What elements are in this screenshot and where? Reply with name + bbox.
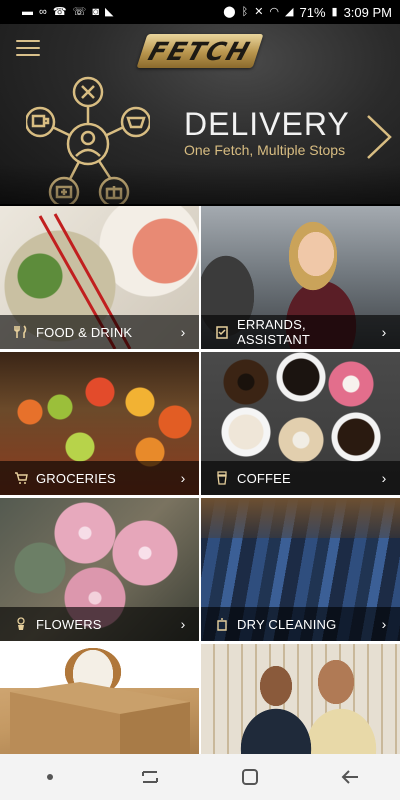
battery-percent: 71% [299,4,326,20]
tile-label: FLOWERS › [0,607,199,641]
system-nav-bar [0,754,400,800]
tile-label: DRY CLEANING › [201,607,400,641]
tile-label: FOOD & DRINK › [0,315,199,349]
status-right-icons: ⬤ ᛒ ✕ ◠ ◢ 71% ▮ 3:09 PM [223,5,392,20]
mute-icon: ✕ [254,5,264,18]
chevron-right-icon: › [381,616,387,632]
chevron-right-icon: › [381,324,387,340]
tile-groceries[interactable]: GROCERIES › [0,352,199,495]
fetch-logo: FETCH [136,34,264,68]
battery-icon: ▮ [331,5,338,18]
tile-title: FOOD & DRINK [36,324,133,340]
tile-dry-cleaning[interactable]: DRY CLEANING › [201,498,400,641]
shop-ceiling [201,498,400,538]
tile-title: COFFEE [237,470,291,486]
tile-flowers[interactable]: FLOWERS › [0,498,199,641]
delivery-banner[interactable]: FETCH DELIVERY One Fetch, Multiple Stops [0,24,400,204]
tile-title: DRY CLEANING [237,616,337,632]
hub-graphic [24,76,152,204]
banner-title: DELIVERY [184,106,350,142]
chevron-right-icon: › [180,470,186,486]
bluetooth-icon: ᛒ [241,5,249,18]
home-button[interactable] [230,762,270,792]
chevron-right-icon: › [381,470,387,486]
tile-title: FLOWERS [36,616,102,632]
tile-label: ERRANDS, ASSISTANT › [201,315,400,349]
category-grid: FOOD & DRINK › ERRANDS, ASSISTANT › GROC… [0,206,400,754]
flipboard-icon: ◣ [104,5,114,18]
fork-knife-icon [14,325,28,339]
tile-errands-assistant[interactable]: ERRANDS, ASSISTANT › [201,206,400,349]
tile-title: GROCERIES [36,470,116,486]
hamburger-line [16,54,40,56]
message-icon: ▬ [22,5,33,18]
tile-food-drink[interactable]: FOOD & DRINK › [0,206,199,349]
recents-button[interactable] [130,762,170,792]
wifi-call-icon: ☏ [72,5,87,18]
menu-button[interactable] [16,40,40,60]
coffee-cup-icon [215,471,229,485]
recents-icon [142,771,158,783]
tile-coffee[interactable]: COFFEE › [201,352,400,495]
instagram-icon: ◙ [92,5,99,18]
cart-icon [14,471,28,485]
garment-bag-icon [215,617,229,631]
tile-title: ERRANDS, ASSISTANT [237,317,311,347]
chevron-right-icon: › [180,616,186,632]
cardboard-box [10,682,190,754]
banner-subtitle: One Fetch, Multiple Stops [184,142,346,158]
location-icon: ⬤ [223,5,236,18]
nav-dot-button[interactable] [30,762,70,792]
tile-pet[interactable] [0,644,199,754]
clipboard-check-icon [215,325,229,339]
pharmacy-image [201,644,400,754]
delivery-hub-icon [24,74,152,204]
home-icon [242,769,258,785]
hamburger-line [16,47,40,49]
flower-pot-icon [14,617,28,631]
status-left-icons: ▬ ∞ ☎ ☏ ◙ ◣ [22,5,114,18]
back-button[interactable] [330,762,370,792]
missed-call-icon: ☎ [52,5,67,18]
voicemail-icon: ∞ [39,5,47,18]
back-arrow-icon [341,770,358,784]
clock: 3:09 PM [343,4,392,20]
tile-label: COFFEE › [201,461,400,495]
hamburger-line [16,40,40,42]
tile-pharmacy[interactable] [201,644,400,754]
tile-label: GROCERIES › [0,461,199,495]
logo-text: FETCH [145,36,255,66]
chevron-right-icon: › [180,324,186,340]
wifi-icon: ◠ [269,5,280,18]
status-bar: ▬ ∞ ☎ ☏ ◙ ◣ ⬤ ᛒ ✕ ◠ ◢ 71% ▮ 3:09 PM [0,0,400,24]
signal-icon: ◢ [285,5,294,18]
chevron-right-icon[interactable] [364,112,394,162]
